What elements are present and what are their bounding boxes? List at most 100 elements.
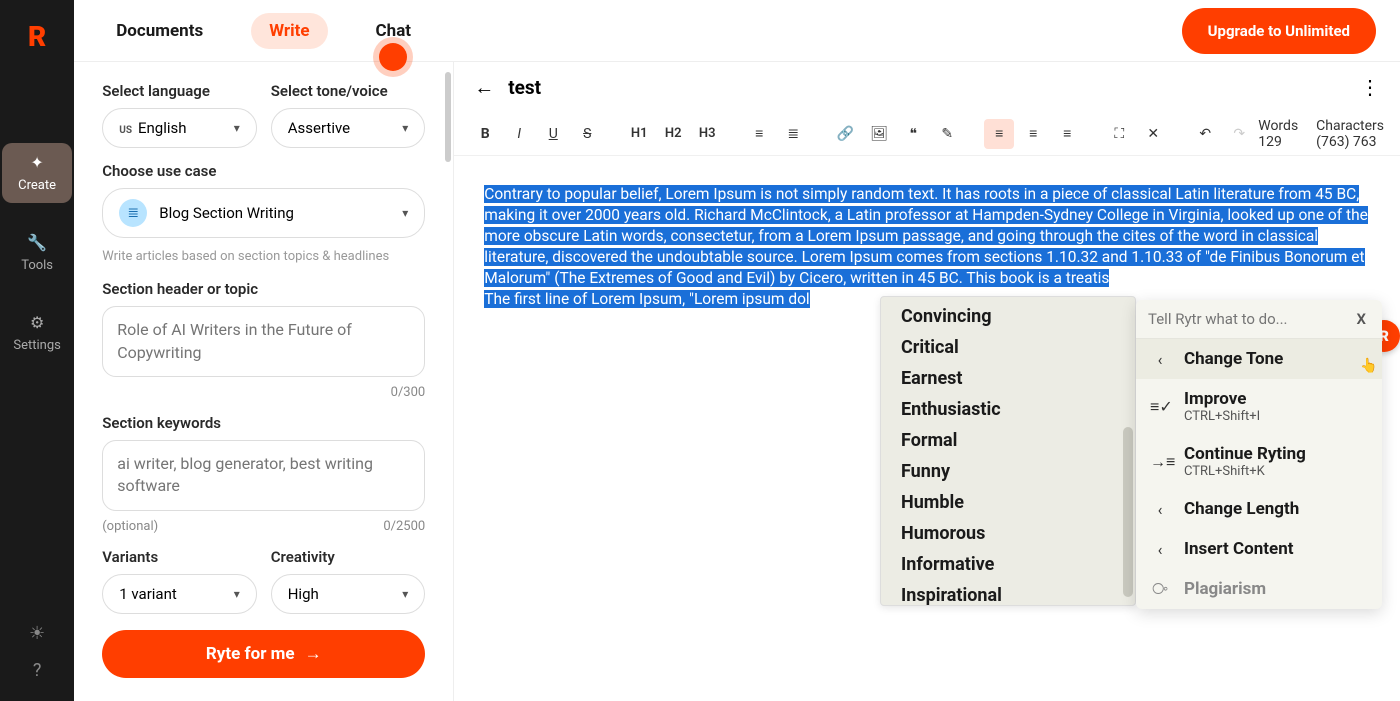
tone-option-informative[interactable]: Informative xyxy=(881,549,1135,580)
bullet-list-button[interactable]: ≡ xyxy=(744,119,774,149)
flag-icon: US xyxy=(119,125,132,136)
action-title: Plagiarism xyxy=(1184,579,1368,599)
align-left-button[interactable]: ≡ xyxy=(984,119,1014,149)
more-vertical-icon[interactable]: ⋮ xyxy=(1360,75,1380,99)
bold-button[interactable]: B xyxy=(470,119,500,149)
creativity-select[interactable]: High ▾ xyxy=(271,574,426,614)
selected-text-tail: The first line of Lorem Ipsum, "Lorem ip… xyxy=(484,290,809,308)
tab-write[interactable]: Write xyxy=(251,13,327,49)
redo-button[interactable]: ↷ xyxy=(1224,119,1254,149)
sidebar-item-settings[interactable]: ⚙ Settings xyxy=(2,303,72,363)
keywords-input[interactable] xyxy=(102,440,425,511)
selected-text: Contrary to popular belief, Lorem Ipsum … xyxy=(484,185,1368,287)
keywords-label: Section keywords xyxy=(102,414,425,432)
language-label: Select language xyxy=(102,82,257,100)
highlight-button[interactable]: ✎ xyxy=(932,119,962,149)
ryte-label: Ryte for me xyxy=(206,644,295,664)
tone-list-popup: Convincing Critical Earnest Enthusiastic… xyxy=(880,296,1136,606)
tone-option-enthusiastic[interactable]: Enthusiastic xyxy=(881,394,1135,425)
upgrade-button[interactable]: Upgrade to Unlimited xyxy=(1182,8,1376,54)
variants-value: 1 variant xyxy=(119,585,177,603)
theme-toggle-icon[interactable]: ☀ xyxy=(29,623,45,644)
sparkle-icon: ✦ xyxy=(30,153,43,172)
action-title: Change Tone xyxy=(1184,349,1368,369)
sidebar-item-create[interactable]: ✦ Create xyxy=(2,143,72,203)
align-right-button[interactable]: ≡ xyxy=(1052,119,1082,149)
chevron-left-icon: ‹ xyxy=(1150,350,1170,369)
action-insert-content[interactable]: ‹ Insert Content xyxy=(1136,529,1382,569)
tone-scrollbar[interactable] xyxy=(1123,427,1133,597)
quote-button[interactable]: ❝ xyxy=(898,119,928,149)
action-improve[interactable]: ≡✓ Improve CTRL+Shift+I xyxy=(1136,379,1382,434)
tone-option-earnest[interactable]: Earnest xyxy=(881,363,1135,394)
language-select[interactable]: USEnglish ▾ xyxy=(102,108,257,148)
close-icon[interactable]: X xyxy=(1353,310,1371,328)
italic-button[interactable]: I xyxy=(504,119,534,149)
tone-option-humorous[interactable]: Humorous xyxy=(881,518,1135,549)
help-icon[interactable]: ? xyxy=(33,660,42,681)
action-title: Change Length xyxy=(1184,499,1368,519)
tab-label: Chat xyxy=(376,21,412,41)
action-change-length[interactable]: ‹ Change Length xyxy=(1136,489,1382,529)
tab-chat[interactable]: Chat xyxy=(358,13,430,49)
topic-input[interactable] xyxy=(102,306,425,377)
tone-option-inspirational[interactable]: Inspirational xyxy=(881,580,1135,605)
chevron-down-icon: ▾ xyxy=(402,206,408,220)
continue-icon: →≡ xyxy=(1150,452,1170,472)
tone-option-critical[interactable]: Critical xyxy=(881,332,1135,363)
image-button[interactable]: 🖼 xyxy=(864,119,894,149)
usecase-label: Choose use case xyxy=(102,162,425,180)
h2-button[interactable]: H2 xyxy=(658,119,688,149)
tone-option-humble[interactable]: Humble xyxy=(881,487,1135,518)
sidebar-item-label: Create xyxy=(18,178,56,193)
usecase-value: Blog Section Writing xyxy=(159,204,390,222)
topic-label: Section header or topic xyxy=(102,280,425,298)
chevron-down-icon: ▾ xyxy=(234,587,240,601)
action-command-input[interactable] xyxy=(1148,310,1353,328)
chevron-down-icon: ▾ xyxy=(402,587,408,601)
wrench-icon: 🔧 xyxy=(27,233,47,252)
format-toolbar: B I U S H1 H2 H3 ≡ ≣ 🔗 🖼 ❝ ✎ ≡ ≡ ≡ xyxy=(454,112,1400,156)
action-shortcut: CTRL+Shift+I xyxy=(1184,409,1368,424)
usecase-select[interactable]: ≣ Blog Section Writing ▾ xyxy=(102,188,425,238)
tone-option-formal[interactable]: Formal xyxy=(881,425,1135,456)
variants-select[interactable]: 1 variant ▾ xyxy=(102,574,257,614)
tone-option-convincing[interactable]: Convincing xyxy=(881,301,1135,332)
words-value: 129 xyxy=(1258,134,1298,150)
strike-button[interactable]: S xyxy=(572,119,602,149)
form-panel: Select language USEnglish ▾ Select tone/… xyxy=(74,62,454,701)
h1-button[interactable]: H1 xyxy=(624,119,654,149)
words-label: Words xyxy=(1258,118,1298,134)
chevron-down-icon: ▾ xyxy=(234,121,240,135)
document-lines-icon: ≣ xyxy=(119,199,147,227)
topbar: Documents Write Chat Upgrade to Unlimite… xyxy=(74,0,1400,62)
tone-option-funny[interactable]: Funny xyxy=(881,456,1135,487)
sliders-icon: ⚙ xyxy=(30,313,44,332)
sidebar-item-tools[interactable]: 🔧 Tools xyxy=(2,223,72,283)
undo-button[interactable]: ↶ xyxy=(1190,119,1220,149)
align-center-button[interactable]: ≡ xyxy=(1018,119,1048,149)
creativity-value: High xyxy=(288,585,319,603)
tone-value: Assertive xyxy=(288,119,350,137)
fullscreen-button[interactable]: ⛶ xyxy=(1104,119,1134,149)
ryte-button[interactable]: Ryte for me → xyxy=(102,630,425,678)
chevron-left-icon: ‹ xyxy=(1150,500,1170,519)
tone-select[interactable]: Assertive ▾ xyxy=(271,108,426,148)
underline-button[interactable]: U xyxy=(538,119,568,149)
action-continue-ryting[interactable]: →≡ Continue Ryting CTRL+Shift+K xyxy=(1136,434,1382,489)
action-change-tone[interactable]: ‹ Change Tone xyxy=(1136,339,1382,379)
document-title[interactable]: test xyxy=(508,76,541,99)
back-arrow-icon[interactable]: ← xyxy=(474,75,494,100)
sidebar: R ✦ Create 🔧 Tools ⚙ Settings ☀ ? xyxy=(0,0,74,701)
link-button[interactable]: 🔗 xyxy=(830,119,860,149)
clear-format-button[interactable]: ✕ xyxy=(1138,119,1168,149)
keywords-optional: (optional) xyxy=(102,519,158,534)
h3-button[interactable]: H3 xyxy=(692,119,722,149)
action-plagiarism[interactable]: ⧂ Plagiarism xyxy=(1136,569,1382,609)
ordered-list-button[interactable]: ≣ xyxy=(778,119,808,149)
sidebar-item-label: Tools xyxy=(21,258,53,273)
action-shortcut: CTRL+Shift+K xyxy=(1184,464,1368,479)
editor-header: ← test ⋮ xyxy=(454,62,1400,112)
search-icon: ⧂ xyxy=(1150,579,1170,599)
tab-documents[interactable]: Documents xyxy=(98,13,221,49)
